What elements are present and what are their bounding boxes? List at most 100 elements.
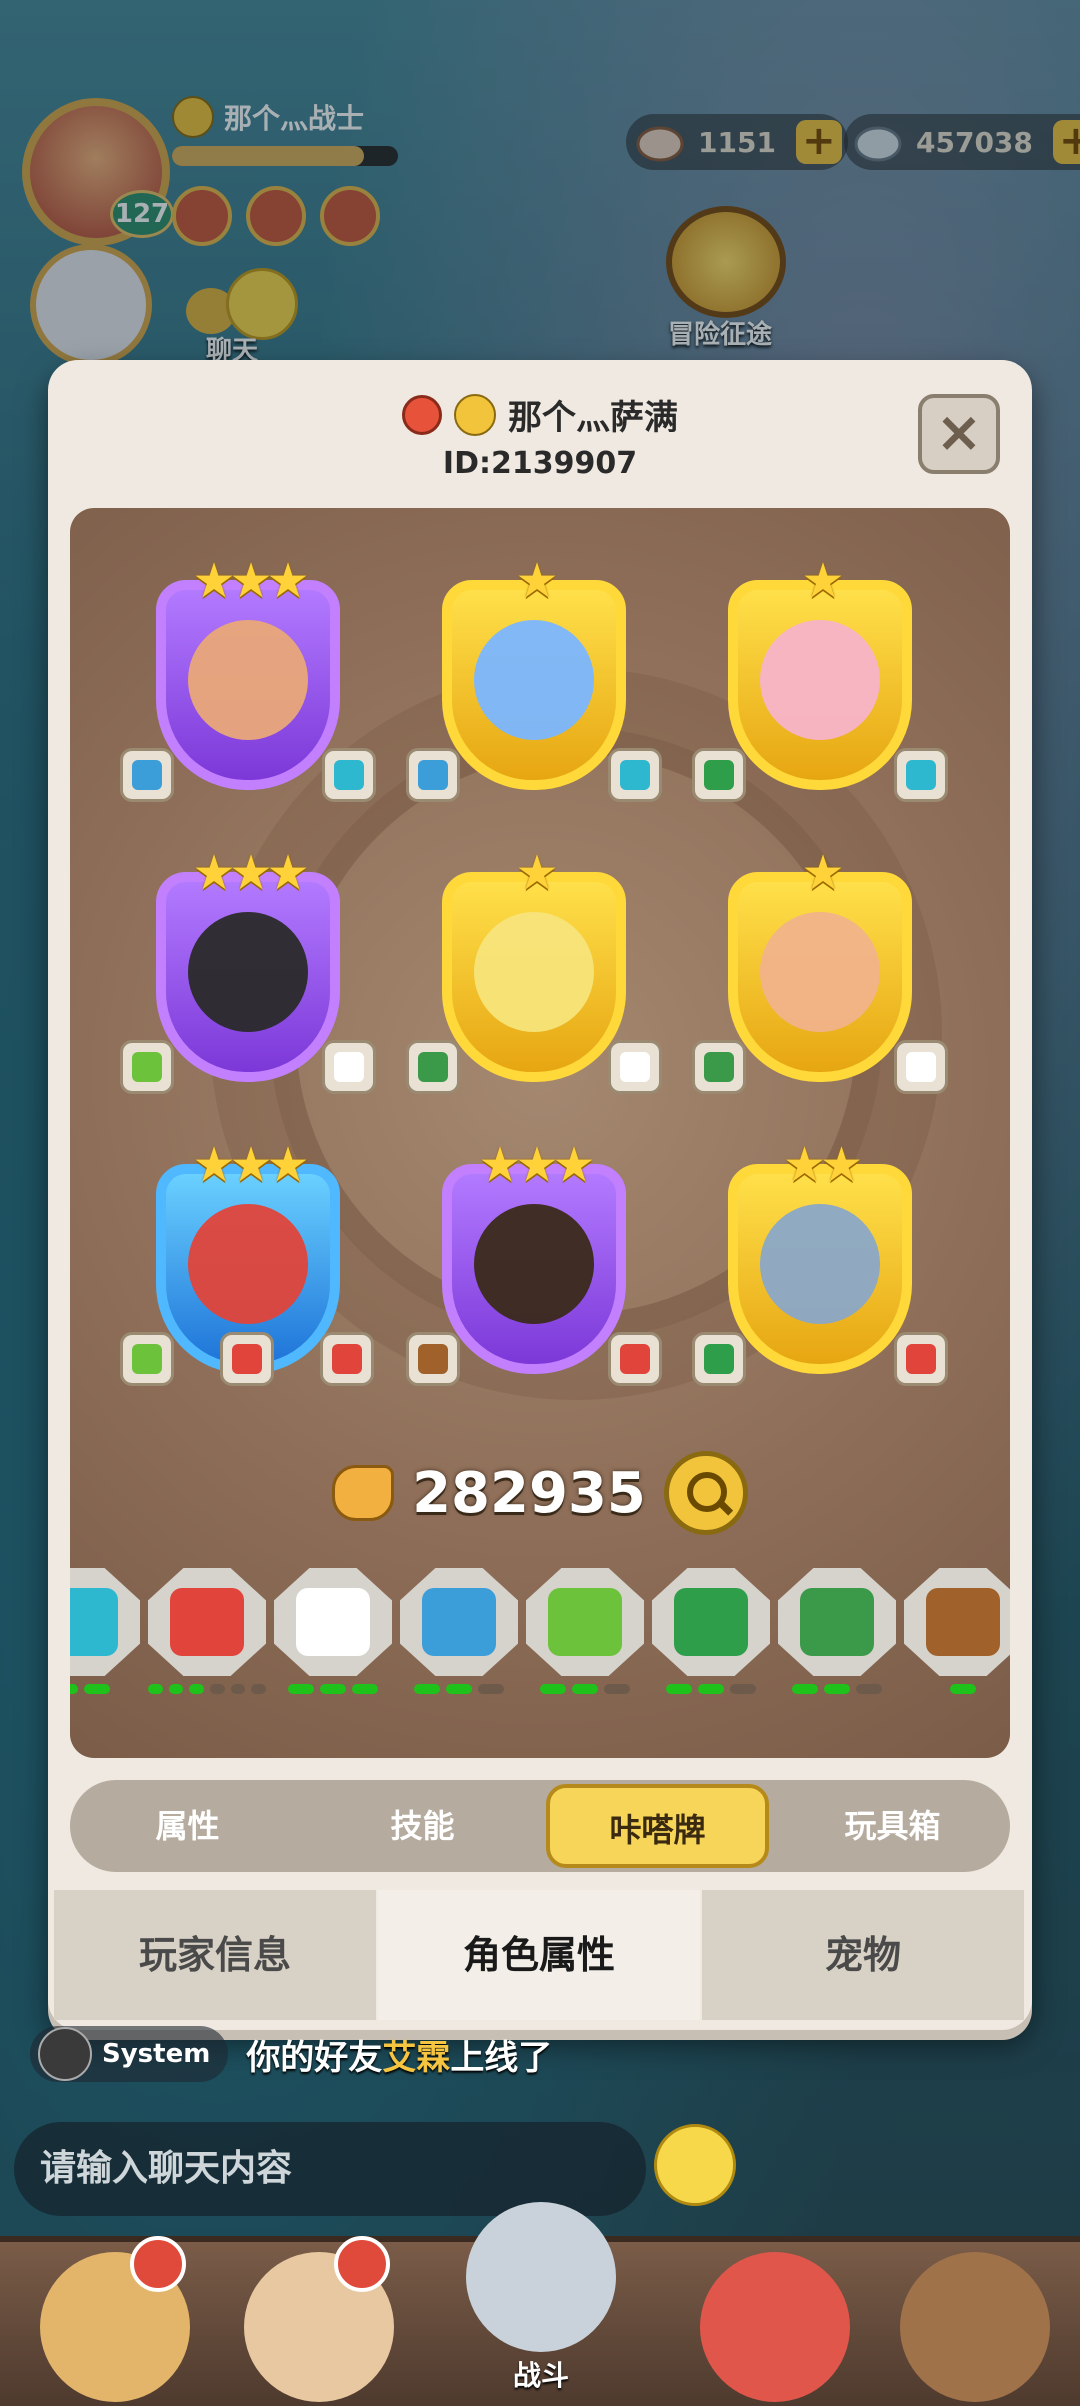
trait-pip-off [251,1684,267,1694]
star-rating: ★ [515,553,558,609]
card-tags [118,742,378,802]
system-message: System 你的好友艾霖上线了 [30,2026,552,2082]
main-tab-2[interactable]: 宠物 [702,1890,1024,2020]
trait-pip-off [210,1684,225,1694]
modal-header: 那个灬萨满 ID:2139907 × [48,360,1032,490]
trait-pip-on [572,1684,598,1694]
fire-rock-icon[interactable] [147,1568,267,1694]
main-tab-1[interactable]: 角色属性 [378,1890,700,2020]
creature-portrait [188,1204,308,1324]
trait-pip-on [824,1684,850,1694]
system-avatar-icon [38,2027,92,2081]
card-tags [690,1034,950,1094]
element-tag-icon [608,1332,662,1386]
trait-badge [778,1568,896,1676]
element-tag-icon [692,748,746,802]
card-tags [690,742,950,802]
creature-card[interactable]: ★★★ [118,848,378,1094]
creature-card[interactable]: ★ [690,556,950,802]
player-id: ID:2139907 [442,446,638,481]
trait-list[interactable] [70,1568,1010,1718]
trait-pips [400,1684,518,1694]
trait-badge [70,1568,140,1676]
trait-pip-on [168,1684,184,1694]
trait-pip-on [446,1684,472,1694]
subtab-3[interactable]: 玩具箱 [775,1780,1010,1872]
trait-pip-on [950,1684,976,1694]
star-rating: ★★★ [478,1137,595,1193]
trait-pip-on [698,1684,724,1694]
card-tags [404,1326,664,1386]
creature-portrait [760,620,880,740]
star-rating: ★★ [782,1137,863,1193]
creature-portrait [188,912,308,1032]
creature-card[interactable]: ★★★ [404,1140,664,1386]
system-badge: System [30,2026,229,2082]
tree-icon[interactable] [652,1568,770,1694]
fluff-icon[interactable] [274,1568,392,1694]
trait-pips [904,1684,1010,1694]
emoji-button[interactable] [654,2124,736,2206]
leaf-icon[interactable] [778,1568,896,1694]
star-rating: ★★★ [192,1137,309,1193]
card-tags [118,1034,378,1094]
nav-battle[interactable] [466,2202,616,2352]
creature-card[interactable]: ★★★ [118,556,378,802]
subtab-1[interactable]: 技能 [305,1780,540,1872]
nav-pets[interactable] [700,2252,850,2402]
star-rating: ★★★ [192,845,309,901]
main-tab-bar: 玩家信息 角色属性 宠物 [54,1890,1026,2020]
element-tag-icon [220,1332,274,1386]
element-tag-icon [608,748,662,802]
trait-pips [274,1684,392,1694]
nav-battle-label: 战斗 [512,2359,569,2392]
creature-card[interactable]: ★ [404,848,664,1094]
creature-card[interactable]: ★ [404,556,664,802]
star-rating: ★ [801,845,844,901]
main-tab-0[interactable]: 玩家信息 [54,1890,376,2020]
creature-card[interactable]: ★ [690,848,950,1094]
element-tag-icon [406,748,460,802]
element-tag-icon [406,1040,460,1094]
trait-pip-on [147,1684,163,1694]
key-icon [402,394,442,435]
close-button[interactable]: × [918,394,1000,474]
card-panel: ★★★ ★ ★ ★★★ ★ ★ ★★★ ★★★ ★★ 282935 [70,508,1010,1758]
trait-pips [526,1684,644,1694]
subtab-2[interactable]: 咔嗒牌 [546,1784,769,1868]
star-rating: ★ [515,845,558,901]
creature-card[interactable]: ★★ [690,1140,950,1386]
creature-card[interactable]: ★★★ [118,1140,378,1386]
element-tag-icon [894,1040,948,1094]
star-rating: ★ [801,553,844,609]
trait-pip-on [84,1684,110,1694]
trait-pip-on [540,1684,566,1694]
search-button[interactable] [663,1451,748,1535]
mountain-icon[interactable] [904,1568,1010,1694]
power-row: 282935 [70,1448,1010,1538]
river-icon[interactable] [400,1568,518,1694]
element-tag-icon [322,1040,376,1094]
notification-bell-icon [334,2236,390,2292]
card-tags [118,1326,378,1386]
card-tags [404,1034,664,1094]
trait-badge [148,1568,266,1676]
message-suffix: 上线了 [450,2037,553,2078]
element-tag-icon [322,748,376,802]
wind-icon[interactable] [70,1568,140,1694]
friend-name: 艾霖 [382,2037,451,2078]
subtab-0[interactable]: 属性 [70,1780,305,1872]
card-grid: ★★★ ★ ★ ★★★ ★ ★ ★★★ ★★★ ★★ [118,556,978,1386]
element-tag-icon [120,748,174,802]
creature-portrait [760,912,880,1032]
nav-toys[interactable] [900,2252,1050,2402]
power-value: 282935 [412,1460,646,1526]
element-tag-icon [894,1332,948,1386]
trait-pip-on [189,1684,204,1694]
trait-pip-on [414,1684,440,1694]
grass-icon[interactable] [526,1568,644,1694]
trait-pip-on [70,1684,78,1694]
card-tags [690,1326,950,1386]
trait-badge [652,1568,770,1676]
trait-badge [274,1568,392,1676]
